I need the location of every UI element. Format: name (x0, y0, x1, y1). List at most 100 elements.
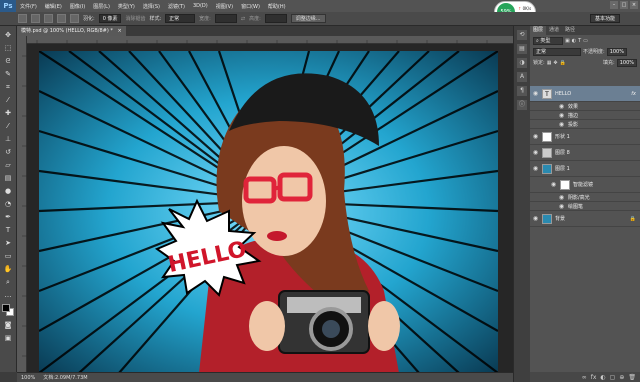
antialias-checkbox[interactable]: 消除锯齿 (125, 15, 145, 22)
height-input[interactable] (264, 14, 287, 23)
eye-icon[interactable]: ◉ (532, 90, 539, 97)
document-tab[interactable]: 模特.psd @ 100% (HELLO, RGB/8#) * × (17, 26, 126, 36)
style-select[interactable]: 正常 (165, 14, 196, 23)
add-selection-icon[interactable] (44, 14, 53, 23)
close-button[interactable]: × (630, 1, 638, 9)
layer-row-8[interactable]: ◉ 图层 8 (530, 145, 640, 161)
eye-icon[interactable]: ◉ (558, 112, 565, 119)
history-brush-tool-icon[interactable]: ↺ (3, 147, 14, 157)
layer-row-shape[interactable]: ◉ 形状 1 (530, 129, 640, 145)
quick-select-tool-icon[interactable]: ✎ (3, 69, 14, 79)
width-input[interactable] (214, 14, 237, 23)
fill-input[interactable]: 100% (616, 58, 637, 67)
tab-layers[interactable]: 图层 (530, 26, 547, 35)
marquee-tool-icon[interactable]: ⬚ (3, 43, 14, 53)
eye-icon[interactable]: ◉ (532, 149, 539, 156)
marquee-preset-icon[interactable] (18, 14, 27, 23)
eye-icon[interactable]: ◉ (558, 194, 565, 201)
pen-tool-icon[interactable]: ✒ (3, 212, 14, 222)
eye-icon[interactable]: ◉ (532, 165, 539, 172)
dodge-tool-icon[interactable]: ◔ (3, 199, 14, 209)
maximize-button[interactable]: □ (620, 1, 628, 9)
eye-icon[interactable]: ◉ (550, 181, 557, 188)
lasso-tool-icon[interactable]: ᘓ (3, 56, 14, 66)
eye-icon[interactable]: ◉ (532, 133, 539, 140)
menu-view[interactable]: 视图(V) (212, 3, 237, 10)
layer-row-background[interactable]: ◉ 背景 🔒 (530, 211, 640, 227)
extra-tools-icon[interactable]: … (3, 290, 14, 300)
layer-effects-row[interactable]: ◉ 效果 (530, 102, 640, 111)
canvas-area[interactable]: HELLO (27, 44, 513, 373)
crop-tool-icon[interactable]: ⌗ (3, 82, 14, 92)
smart-filters-row[interactable]: ◉ 智能滤镜 (530, 177, 640, 193)
refine-edge-button[interactable]: 调整边缘... (290, 14, 326, 23)
menu-3d[interactable]: 3D(D) (189, 3, 212, 9)
vertical-ruler[interactable] (17, 36, 27, 372)
type-tool-icon[interactable]: T (3, 225, 14, 235)
graphic-pen-row[interactable]: ◉ 绘图笔 (530, 202, 640, 211)
tab-paths[interactable]: 路径 (562, 26, 578, 35)
lock-all-icon[interactable]: 🔒 (560, 60, 566, 66)
menu-filter[interactable]: 滤镜(T) (164, 3, 189, 10)
menu-layer[interactable]: 图层(L) (89, 3, 114, 10)
menu-image[interactable]: 图像(I) (66, 3, 89, 10)
horizontal-ruler[interactable] (27, 36, 513, 44)
feather-input[interactable]: 0 像素 (98, 14, 122, 23)
blur-tool-icon[interactable]: ● (3, 186, 14, 196)
menu-type[interactable]: 类型(Y) (114, 3, 139, 10)
move-tool-icon[interactable]: ✥ (3, 30, 14, 40)
lock-position-icon[interactable]: ✥ (553, 60, 557, 66)
subtract-selection-icon[interactable] (57, 14, 66, 23)
new-selection-icon[interactable] (31, 14, 40, 23)
eye-icon[interactable]: ◉ (558, 103, 565, 110)
layer-row-1[interactable]: ◉ 图层 1 (530, 161, 640, 177)
filter-type-icon[interactable]: T (578, 38, 581, 44)
zoom-level[interactable]: 100% (21, 375, 35, 381)
layer-shadow-row[interactable]: ◉ 投影 (530, 120, 640, 129)
menu-help[interactable]: 帮助(H) (264, 3, 290, 10)
close-tab-icon[interactable]: × (117, 28, 121, 34)
quick-mask-icon[interactable]: ◙ (3, 320, 14, 330)
shadow-highlight-row[interactable]: ◉ 阴影/高光 (530, 193, 640, 202)
layer-row-hello[interactable]: ◉ T HELLO fx (530, 86, 640, 102)
foreground-color-swatch[interactable] (2, 304, 10, 312)
character-panel-icon[interactable]: A (517, 72, 527, 82)
layer-filter-select[interactable]: ⌕ 类型 (533, 36, 563, 45)
intersect-selection-icon[interactable] (70, 14, 79, 23)
swap-icon[interactable]: ⇄ (241, 16, 245, 22)
fx-icon[interactable]: fx (591, 374, 597, 381)
screen-mode-icon[interactable]: ▣ (3, 333, 14, 343)
brush-tool-icon[interactable]: ⁄ (3, 121, 14, 131)
properties-panel-icon[interactable]: ▤ (517, 44, 527, 54)
info-panel-icon[interactable]: ⓘ (517, 100, 527, 110)
healing-tool-icon[interactable]: ✚ (3, 108, 14, 118)
workspace-select[interactable]: 基本功能 (590, 14, 621, 23)
eye-icon[interactable]: ◉ (532, 215, 539, 222)
paragraph-panel-icon[interactable]: ¶ (517, 86, 527, 96)
gradient-tool-icon[interactable]: ▤ (3, 173, 14, 183)
hand-tool-icon[interactable]: ✋ (3, 264, 14, 274)
adjustment-layer-icon[interactable]: ◐ (600, 374, 605, 381)
new-group-icon[interactable]: ▢ (610, 374, 616, 381)
history-panel-icon[interactable]: ⟲ (517, 30, 527, 40)
menu-file[interactable]: 文件(F) (16, 3, 41, 10)
trash-icon[interactable]: 🗑 (628, 374, 636, 381)
blend-mode-select[interactable]: 正常 (533, 47, 581, 56)
layer-stroke-row[interactable]: ◉ 描边 (530, 111, 640, 120)
new-layer-icon[interactable]: ⊕ (619, 374, 624, 381)
menu-edit[interactable]: 编辑(E) (41, 3, 66, 10)
menu-window[interactable]: 窗口(W) (237, 3, 264, 10)
opacity-input[interactable]: 100% (606, 47, 627, 56)
tab-channels[interactable]: 通道 (546, 26, 562, 35)
eraser-tool-icon[interactable]: ▱ (3, 160, 14, 170)
filter-adjust-icon[interactable]: ◐ (572, 38, 576, 44)
link-layers-icon[interactable]: ∞ (582, 374, 587, 381)
eye-icon[interactable]: ◉ (558, 203, 565, 210)
stamp-tool-icon[interactable]: ⊥ (3, 134, 14, 144)
adjustments-panel-icon[interactable]: ◑ (517, 58, 527, 68)
filter-pixel-icon[interactable]: ▣ (565, 38, 570, 44)
filter-shape-icon[interactable]: ▭ (583, 38, 588, 44)
document-info[interactable]: 文档:2.09M/7.73M (43, 374, 87, 381)
menu-select[interactable]: 选择(S) (139, 3, 164, 10)
shape-tool-icon[interactable]: ▭ (3, 251, 14, 261)
